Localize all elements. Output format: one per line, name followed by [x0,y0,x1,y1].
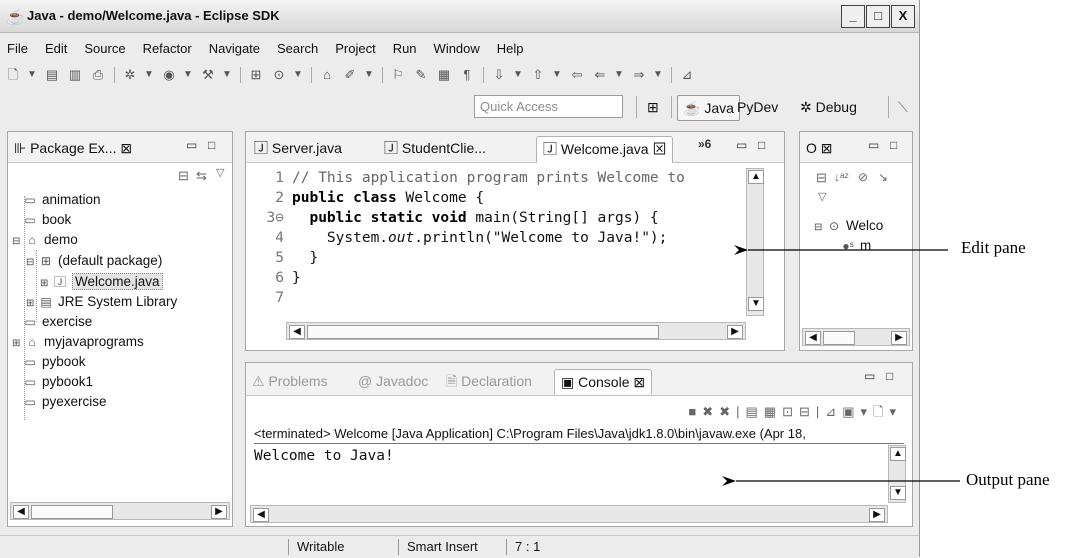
edit-pane-label: Edit pane [961,238,1026,257]
callout-arrows [722,245,960,486]
output-pane-label: Output pane [966,470,1050,489]
